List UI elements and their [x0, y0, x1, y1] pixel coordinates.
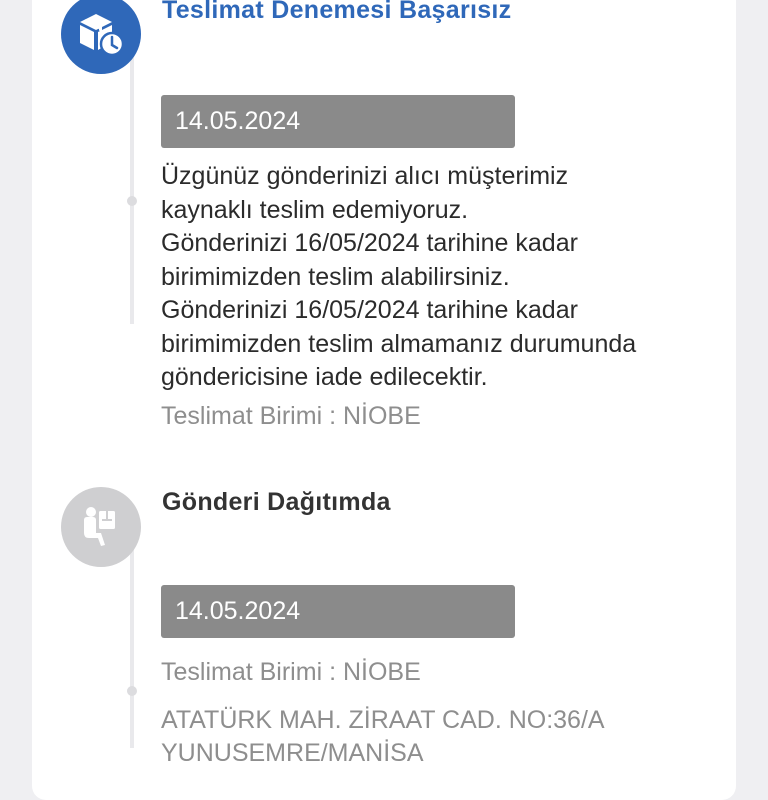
event-title: Gönderi Dağıtımda — [162, 488, 391, 516]
courier-package-icon — [84, 507, 115, 546]
timeline-connector — [130, 542, 134, 748]
timeline-dot — [127, 686, 137, 696]
message-line: Gönderinizi 16/05/2024 tarihine kadar — [161, 229, 578, 257]
message-line: kaynaklı teslim edemiyoruz. — [161, 195, 469, 224]
out-for-delivery-status-icon — [61, 487, 141, 567]
delivery-unit: Teslimat Birimi : NİOBE — [161, 402, 421, 430]
message-line: birimimizden teslim alabilirsiniz. — [161, 262, 510, 291]
event-date: 14.05.2024 — [161, 95, 515, 148]
message-line: göndericisine iade edilecektir. — [161, 363, 488, 391]
address-line: ATATÜRK MAH. ZİRAAT CAD. NO:36/A — [161, 706, 605, 734]
timeline-connector — [130, 52, 134, 324]
event-message: Üzgünüz gönderinizi alıcı müşterimiz kay… — [161, 160, 721, 395]
event-title: Teslimat Denemesi Başarısız — [162, 0, 512, 24]
timeline-dot — [127, 196, 137, 206]
delivery-failed-status-icon — [61, 0, 141, 74]
delivery-unit: Teslimat Birimi : NİOBE — [161, 658, 421, 686]
delivery-clock-icon — [80, 14, 125, 57]
message-line: Üzgünüz gönderinizi alıcı müşterimiz — [161, 162, 569, 190]
message-line: birimimizden teslim almamanız durumunda — [161, 329, 637, 358]
message-line: Gönderinizi 16/05/2024 tarihine kadar — [161, 296, 578, 324]
event-date: 14.05.2024 — [161, 585, 515, 638]
delivery-unit-address: ATATÜRK MAH. ZİRAAT CAD. NO:36/A YUNUSEM… — [161, 704, 605, 770]
address-line: YUNUSEMRE/MANİSA — [161, 739, 424, 767]
